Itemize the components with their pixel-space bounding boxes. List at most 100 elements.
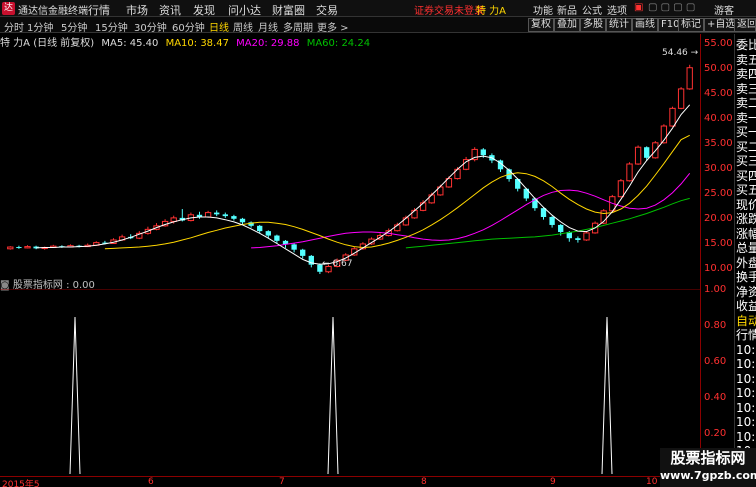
candle <box>214 210 220 217</box>
app-logo-icon: 达 <box>2 2 15 15</box>
side-panel-item[interactable]: 10:5 <box>736 386 756 400</box>
side-panel-item[interactable]: 卖五 <box>736 53 756 67</box>
watermark: 股票指标网 www.7gpzb.com <box>660 448 756 487</box>
side-panel-item[interactable]: 行情 <box>736 328 756 342</box>
menu-item-news[interactable]: 资讯 <box>159 2 181 18</box>
tab-multi-period[interactable]: 多周期 <box>283 19 313 34</box>
mark-button[interactable]: 标记 <box>678 18 704 32</box>
tab-1min[interactable]: 1分钟 <box>27 19 53 34</box>
candle <box>16 245 22 249</box>
stock-title: 特 力A <box>476 6 507 17</box>
date-label: 9 <box>550 477 556 487</box>
side-panel-item[interactable]: 10:5 <box>736 357 756 371</box>
signal-spike <box>601 316 613 474</box>
candle <box>308 254 314 268</box>
candle <box>110 238 117 244</box>
menu-item-options[interactable]: 选项 <box>607 2 627 17</box>
tab-monthly[interactable]: 月线 <box>258 19 278 34</box>
menu-item-discover[interactable]: 发现 <box>193 2 215 18</box>
candle <box>617 179 625 198</box>
app-title: 通达信金融终端 <box>18 6 88 17</box>
candle <box>300 248 306 259</box>
tab-15min[interactable]: 15分钟 <box>95 19 128 34</box>
draw-line-button[interactable]: 画线 <box>632 18 658 32</box>
price-axis-label: 40.00 <box>704 113 733 124</box>
tab-intraday[interactable]: 分时 <box>4 19 24 34</box>
side-panel-item[interactable]: 现价 <box>736 198 756 212</box>
side-panel-item[interactable]: 收益 <box>736 299 756 313</box>
side-panel-item[interactable]: 买四 <box>736 169 756 183</box>
tab-30min[interactable]: 30分钟 <box>134 19 167 34</box>
toolbar: 分时 1分钟 5分钟 15分钟 30分钟 60分钟 日线 周线 月线 多周期 更… <box>0 17 756 34</box>
date-label: 2015年5 <box>2 480 40 487</box>
indicator-header: ◙ 股票指标网 : 0.00 <box>0 276 95 291</box>
candle <box>257 224 263 233</box>
guest-label[interactable]: 游客 <box>714 2 734 17</box>
side-panel-item[interactable]: 卖三 <box>736 82 756 96</box>
side-panel-item[interactable]: 外盘 <box>736 256 756 270</box>
menu-item-market-quotes[interactable]: 行情 <box>88 2 110 18</box>
adjust-button[interactable]: 复权 <box>528 18 554 32</box>
price-axis-label: 45.00 <box>704 88 733 99</box>
menu-bar: 达 通达信金融终端 行情 市场 资讯 发现 问小达 财富圈 交易 证券交易未登录… <box>0 0 756 17</box>
menu-item-trade[interactable]: 交易 <box>316 2 338 18</box>
side-panel-item[interactable]: 10:5 <box>736 343 756 357</box>
side-panel-item[interactable]: 10:5 <box>736 415 756 429</box>
candle <box>626 162 633 182</box>
side-panel-item[interactable]: 10:5 <box>736 430 756 444</box>
side-panel-item[interactable]: 卖四 <box>736 67 756 81</box>
side-panel-item[interactable]: 卖一 <box>736 111 756 125</box>
side-panel-item[interactable]: 10:5 <box>736 372 756 386</box>
candle <box>549 216 555 228</box>
side-panel-item[interactable]: 涨幅 <box>736 227 756 241</box>
menu-item-market[interactable]: 市场 <box>126 2 148 18</box>
side-panel-item[interactable]: 买五 <box>736 183 756 197</box>
side-panel-item[interactable]: 买三 <box>736 154 756 168</box>
price-axis: 55.00 50.00 45.00 40.00 35.00 30.00 25.00 20.00… <box>700 34 734 476</box>
side-panel-item[interactable]: 换手 <box>736 270 756 284</box>
indicator-axis-label: 0.40 <box>704 392 727 403</box>
candle <box>652 141 659 159</box>
side-panel-item[interactable]: 委比 <box>736 38 756 52</box>
menu-item-new[interactable]: 新品 <box>557 2 577 17</box>
candle <box>24 245 31 249</box>
side-panel-item[interactable]: 自动 <box>736 314 756 328</box>
indicator-axis-label: 1.00 <box>704 284 727 295</box>
side-panel-item[interactable]: 买一 <box>736 125 756 139</box>
price-chart[interactable]: 54.46 → ← 6.67 <box>0 48 700 274</box>
login-status[interactable]: 证券交易未登录 <box>414 2 484 17</box>
date-label: 7 <box>279 477 285 487</box>
multi-stock-button[interactable]: 多股 <box>580 18 606 32</box>
overlay-button[interactable]: 叠加 <box>554 18 580 32</box>
candle <box>523 187 529 202</box>
menu-item-ask[interactable]: 问小达 <box>228 2 261 18</box>
alert-icon[interactable]: ▣ <box>634 2 643 13</box>
side-panel-item[interactable]: 卖二 <box>736 96 756 110</box>
tab-60min[interactable]: 60分钟 <box>172 19 205 34</box>
indicator-axis-label: 0.20 <box>704 428 727 439</box>
side-panel-item[interactable]: 涨跌 <box>736 212 756 226</box>
candle <box>583 231 590 241</box>
menu-item-wealth[interactable]: 财富圈 <box>272 2 305 18</box>
menu-item-formula[interactable]: 公式 <box>582 2 602 17</box>
candle <box>686 64 693 90</box>
price-axis-label: 15.00 <box>704 238 733 249</box>
tab-daily[interactable]: 日线 <box>209 19 229 34</box>
date-axis: 2015年5 6 7 8 9 10 <box>0 476 700 487</box>
menu-item-functions[interactable]: 功能 <box>533 2 553 17</box>
candle <box>291 243 297 253</box>
side-panel-item[interactable]: 净资 <box>736 285 756 299</box>
side-panel-item[interactable]: 10:5 <box>736 401 756 415</box>
statistics-button[interactable]: 统计 <box>606 18 632 32</box>
quote-side-panel: 委比卖五卖四卖三卖二卖一买一买二买三买四买五现价涨跌涨幅总量外盘换手净资收益自动… <box>734 34 756 476</box>
tab-more[interactable]: 更多 > <box>317 19 349 34</box>
candle <box>669 106 676 127</box>
side-panel-item[interactable]: 买二 <box>736 140 756 154</box>
tab-weekly[interactable]: 周线 <box>233 19 253 34</box>
candle <box>7 246 14 250</box>
side-panel-item[interactable]: 总量 <box>736 241 756 255</box>
back-button[interactable]: 返回 <box>734 18 756 32</box>
window-buttons[interactable]: ▢ ▢ ▢ ▢ <box>648 2 695 13</box>
indicator-chart[interactable] <box>0 289 700 474</box>
tab-5min[interactable]: 5分钟 <box>61 19 87 34</box>
